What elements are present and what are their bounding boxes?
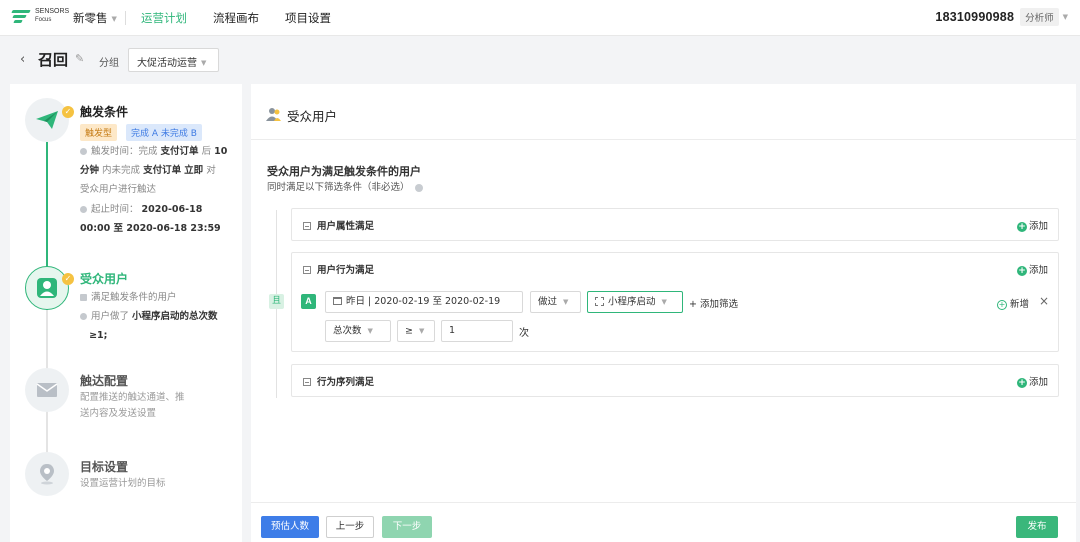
- rule-label-a: A: [301, 294, 316, 309]
- panel-footer: 预估人数 上一步 下一步 发布: [251, 502, 1076, 542]
- chevron-down-icon: ▼: [111, 14, 117, 23]
- chevron-down-icon: ▼: [201, 59, 207, 67]
- audience-detail: 满足触发条件的用户 用户做了 小程序启动的总次数 ≥1;: [80, 288, 218, 345]
- section-subtitle: 同时满足以下筛选条件（非必选）: [267, 179, 423, 193]
- check-icon: ✓: [62, 273, 74, 285]
- user-role-badge: 分析师: [1020, 8, 1059, 26]
- audience-step-icon[interactable]: [25, 266, 69, 310]
- logo-mark-icon: [11, 9, 32, 23]
- plus-circle-outline-icon: +: [997, 299, 1007, 310]
- add-new-rule-button[interactable]: + 新增: [997, 296, 1029, 310]
- trigger-time-detail: 触发时间：完成 支付订单 后 10 分钟 内未完成 支付订单 立即 对 受众用户…: [80, 146, 228, 195]
- project-switcher[interactable]: 新零售 ▼: [73, 10, 117, 26]
- envelope-icon: [36, 383, 58, 397]
- trigger-rule-tag: 完成 A 未完成 B: [126, 124, 202, 141]
- reach-step-desc: 配置推送的触达通道、推 送内容及发送设置: [80, 392, 185, 419]
- back-arrow-icon[interactable]: ‹: [20, 52, 25, 67]
- next-step-button[interactable]: 下一步: [382, 516, 432, 538]
- event-select[interactable]: 小程序启动 ▼: [587, 291, 683, 313]
- add-behavior-button[interactable]: + 添加: [1016, 262, 1048, 276]
- user-phone: 18310990988: [935, 10, 1015, 24]
- trigger-period-detail: 起止时间： 2020-06-18 00:00 至 2020-06-18 23:5…: [80, 204, 221, 234]
- estimate-audience-button[interactable]: 预估人数: [261, 516, 319, 538]
- group-label: 分组: [99, 58, 119, 69]
- plus-circle-icon: +: [1016, 221, 1027, 232]
- clock-icon: [80, 148, 87, 155]
- trigger-step-icon[interactable]: [25, 98, 69, 142]
- collapse-icon[interactable]: [303, 265, 311, 274]
- audience-panel: 受众用户 受众用户为满足触发条件的用户 同时满足以下筛选条件（非必选） 用户属性…: [251, 84, 1076, 542]
- add-sequence-button[interactable]: + 添加: [1016, 374, 1048, 388]
- paper-plane-icon: [36, 111, 58, 129]
- goal-step-title[interactable]: 目标设置: [80, 458, 128, 475]
- count-value-input[interactable]: 1: [441, 320, 513, 342]
- user-behavior-title: 用户行为满足: [317, 265, 375, 276]
- project-name: 新零售: [73, 11, 108, 25]
- chevron-down-icon: ▼: [563, 298, 569, 306]
- top-navigation: SENSORS Focus 新零售 ▼ 运营计划 流程画布 项目设置 183109…: [0, 0, 1080, 36]
- user-attribute-box: 用户属性满足 + 添加: [291, 208, 1059, 241]
- operator-select[interactable]: ≥ ▼: [397, 320, 435, 342]
- user-attribute-title: 用户属性满足: [317, 221, 375, 232]
- nav-divider: [125, 11, 126, 25]
- chevron-down-icon: ▼: [367, 327, 373, 335]
- collapse-icon[interactable]: [303, 221, 311, 230]
- steps-panel: ✓ 触发条件 触发型 完成 A 未完成 B 触发时间：完成 支付订单 后 10 …: [10, 84, 242, 542]
- help-icon[interactable]: [414, 183, 423, 192]
- plus-circle-icon: +: [1016, 377, 1027, 388]
- behavior-sequence-title: 行为序列满足: [317, 377, 375, 388]
- group-select[interactable]: 大促活动运营 ▼: [128, 48, 219, 72]
- count-unit-label: 次: [519, 328, 529, 339]
- plus-circle-icon: +: [1016, 265, 1027, 276]
- panel-header: 受众用户: [251, 84, 1076, 140]
- and-connector-toggle[interactable]: 且: [269, 294, 284, 309]
- close-icon[interactable]: ×: [1039, 294, 1049, 308]
- publish-button[interactable]: 发布: [1016, 516, 1058, 538]
- logo-top-text: SENSORS: [35, 8, 70, 15]
- chevron-down-icon: ▼: [661, 298, 667, 306]
- chevron-down-icon: ▼: [418, 327, 425, 335]
- collapse-icon[interactable]: [303, 377, 311, 386]
- reach-step-title[interactable]: 触达配置: [80, 372, 128, 389]
- check-icon: ✓: [62, 106, 74, 118]
- event-icon: [595, 296, 604, 306]
- trigger-type-tag: 触发型: [80, 124, 118, 141]
- group-select-value: 大促活动运营: [137, 58, 197, 69]
- section-title: 受众用户为满足触发条件的用户: [267, 165, 421, 178]
- calendar-icon: [333, 296, 342, 305]
- add-filter-link[interactable]: + 添加筛选: [689, 296, 738, 310]
- add-attribute-button[interactable]: + 添加: [1016, 218, 1048, 232]
- chevron-down-icon: ▼: [1062, 13, 1068, 21]
- user-icon: [37, 278, 57, 298]
- nav-item-operations-plan[interactable]: 运营计划: [141, 10, 187, 26]
- previous-step-button[interactable]: 上一步: [326, 516, 374, 538]
- audience-step-title[interactable]: 受众用户: [80, 270, 128, 287]
- metric-select[interactable]: 总次数 ▼: [325, 320, 391, 342]
- trigger-step-title[interactable]: 触发条件: [80, 103, 128, 120]
- user-small-icon: [80, 294, 87, 301]
- user-menu[interactable]: 18310990988 分析师 ▼: [935, 8, 1068, 26]
- nav-item-flow-canvas[interactable]: 流程画布: [213, 10, 259, 26]
- panel-title: 受众用户: [287, 109, 338, 124]
- action-select[interactable]: 做过 ▼: [530, 291, 581, 313]
- nav-item-project-settings[interactable]: 项目设置: [285, 10, 331, 26]
- behavior-sequence-box: 行为序列满足 + 添加: [291, 364, 1059, 397]
- reach-step-icon[interactable]: [25, 368, 69, 412]
- location-pin-icon: [40, 464, 54, 485]
- logo-bottom-text: Focus: [35, 17, 52, 23]
- goal-step-icon[interactable]: [25, 452, 69, 496]
- audience-users-icon: [266, 108, 281, 121]
- behavior-icon: [80, 313, 87, 320]
- goal-step-desc: 设置运营计划的目标: [80, 478, 166, 489]
- calendar-icon: [80, 206, 87, 213]
- edit-pencil-icon[interactable]: ✎: [75, 52, 84, 65]
- sensors-focus-logo[interactable]: SENSORS Focus: [11, 8, 70, 24]
- date-range-picker[interactable]: 昨日 | 2020-02-19 至 2020-02-19: [325, 291, 523, 313]
- page-title: 召回: [38, 51, 69, 69]
